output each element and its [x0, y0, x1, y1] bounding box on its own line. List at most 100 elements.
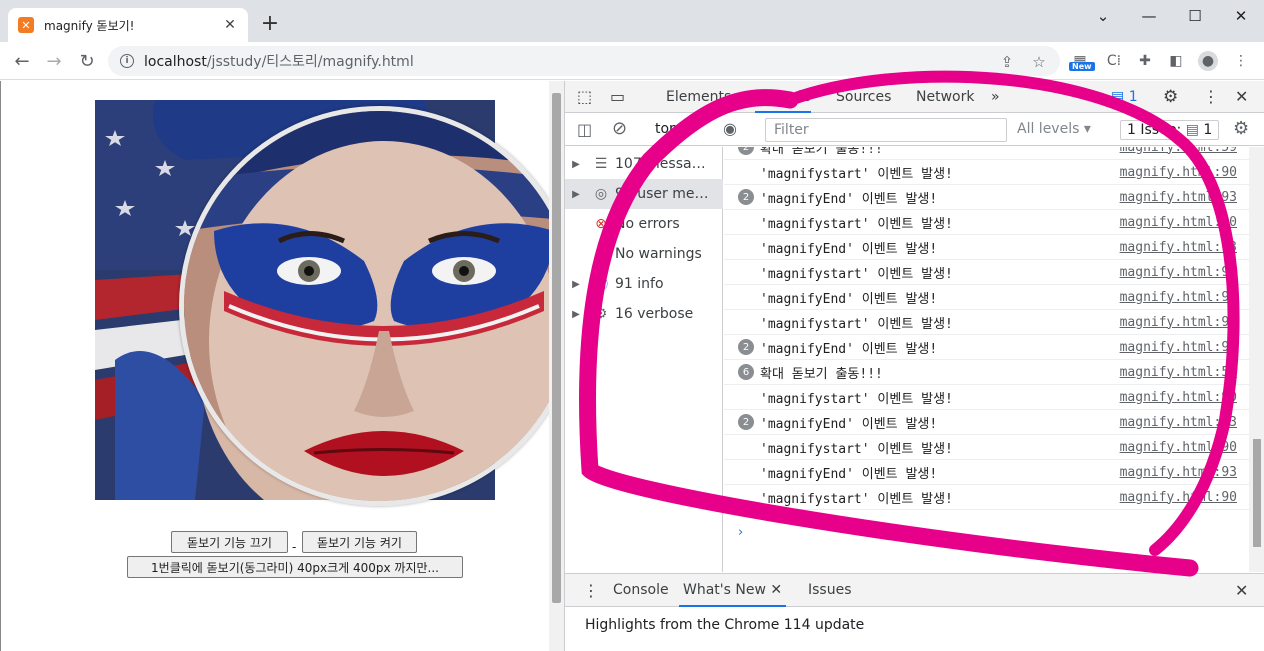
source-link[interactable]: magnify.html:93 [1119, 340, 1249, 355]
site-info-icon[interactable]: i [120, 54, 134, 68]
source-link[interactable]: magnify.html:93 [1119, 415, 1249, 430]
issues-message-icon[interactable]: ▤ 1 [1111, 81, 1138, 113]
settings-gear-icon[interactable]: ⚙ [1163, 81, 1178, 113]
source-link[interactable]: magnify.html:90 [1119, 265, 1249, 280]
log-row: 2 'magnifyEnd' 이벤트 발생! magnify.html:93 [724, 185, 1249, 210]
more-tabs-icon[interactable]: » [991, 81, 1000, 113]
source-link[interactable]: magnify.html:93 [1119, 290, 1249, 305]
sidebar-item-label: 91 user me… [615, 186, 709, 202]
source-link[interactable]: magnify.html:90 [1119, 440, 1249, 455]
xampp-favicon-icon: ✕ [18, 17, 34, 33]
button-separator: - [292, 540, 297, 554]
new-tab-button[interactable]: + [258, 13, 282, 37]
source-link[interactable]: magnify.html:90 [1119, 390, 1249, 405]
tab-sources[interactable]: Sources [836, 81, 891, 113]
expand-arrow-icon[interactable]: ▶ [565, 309, 587, 320]
close-tab-icon[interactable]: ✕ [222, 17, 238, 33]
log-row: 'magnifystart' 이벤트 발생! magnify.html:90 [724, 435, 1249, 460]
side-panel-icon[interactable]: ◧ [1166, 51, 1186, 71]
drawer-tab-whatsnew[interactable]: What's New ✕ [679, 574, 787, 607]
console-prompt[interactable]: › [738, 525, 743, 540]
source-link[interactable]: magnify.html:93 [1119, 465, 1249, 480]
extensions-puzzle-icon[interactable]: ✚ [1135, 51, 1155, 71]
source-link[interactable]: magnify.html:90 [1119, 165, 1249, 180]
bookmark-star-icon[interactable]: ☆ [1030, 53, 1048, 71]
tab-title: magnify 돋보기! [44, 18, 135, 33]
log-row: 'magnifystart' 이벤트 발생! magnify.html:90 [724, 160, 1249, 185]
context-selector[interactable]: top ▾ [655, 121, 689, 137]
filter-input[interactable]: Filter [765, 118, 1007, 142]
console-scroll-thumb[interactable] [1253, 439, 1261, 547]
tab-strip: ✕ magnify 돋보기! ✕ + ⌄ — ☐ ✕ [0, 0, 1264, 42]
log-row: 2 'magnifyEnd' 이벤트 발생! magnify.html:93 [724, 335, 1249, 360]
close-drawer-icon[interactable]: ✕ [1235, 574, 1248, 607]
source-link[interactable]: magnify.html:93 [1119, 190, 1249, 205]
sidebar-item-4[interactable]: ▶ ⓘ 91 info [565, 269, 723, 299]
close-window-button[interactable]: ✕ [1218, 4, 1264, 28]
source-link[interactable]: magnify.html:93 [1119, 240, 1249, 255]
browser-tab[interactable]: ✕ magnify 돋보기! ✕ [8, 8, 248, 42]
extension-c-icon[interactable]: C⁞ [1104, 51, 1124, 71]
expand-arrow-icon[interactable]: ▶ [565, 279, 587, 290]
devtools-tabbar: ⬚ ▭ Elements Console Sources Network » ▤… [565, 81, 1264, 113]
tab-search-icon[interactable]: ⌄ [1080, 4, 1126, 28]
minimize-button[interactable]: — [1126, 4, 1172, 28]
drawer-menu-icon[interactable]: ⋮ [583, 574, 599, 607]
source-link[interactable]: magnify.html:59 [1119, 365, 1249, 380]
log-row: 'magnifystart' 이벤트 발생! magnify.html:90 [724, 385, 1249, 410]
devtools-menu-icon[interactable]: ⋮ [1203, 81, 1219, 113]
inspect-element-icon[interactable]: ⬚ [577, 81, 592, 113]
sidebar-item-5[interactable]: ▶ ⚙ 16 verbose [565, 299, 723, 329]
device-toolbar-icon[interactable]: ▭ [610, 81, 625, 113]
browser-toolbar: ← → ↻ i localhost/jsstudy/티스토리/magnify.h… [0, 42, 1264, 80]
source-link[interactable]: magnify.html:90 [1119, 315, 1249, 330]
forward-button[interactable]: → [42, 49, 66, 73]
sidebar-toggle-icon[interactable]: ◫ [577, 120, 592, 139]
url-path: /jsstudy/티스토리/magnify.html [206, 54, 414, 70]
magnifier-off-button[interactable]: 돋보기 기능 끄기 [171, 531, 288, 553]
expand-arrow-icon[interactable]: ▶ [565, 159, 587, 170]
profile-avatar-icon[interactable]: ● [1198, 51, 1218, 71]
drawer-tab-console[interactable]: Console [613, 574, 669, 607]
expand-arrow-icon[interactable]: ▶ [565, 189, 587, 200]
sidebar-item-1[interactable]: ▶ ◎ 91 user me… [565, 179, 723, 209]
source-link[interactable]: magnify.html:90 [1119, 215, 1249, 230]
live-expression-eye-icon[interactable]: ◉ [723, 119, 737, 138]
page-scroll-thumb[interactable] [552, 93, 561, 603]
console-settings-gear-icon[interactable]: ⚙ [1233, 118, 1249, 139]
magnifier-on-button[interactable]: 돋보기 기능 켜기 [302, 531, 417, 553]
sidebar-item-2[interactable]: ⊗ No errors [565, 209, 723, 239]
log-message: 'magnifystart' 이벤트 발생! [760, 441, 953, 457]
page-scrollbar[interactable] [549, 81, 564, 651]
log-message: 'magnifyEnd' 이벤트 발생! [760, 341, 938, 357]
share-icon[interactable]: ⇪ [998, 53, 1016, 71]
sidebar-item-0[interactable]: ▶ ☰ 107 messa… [565, 149, 723, 179]
console-filter-bar: ◫ ⊘ top ▾ ◉ Filter All levels ▾ 1 Issue:… [565, 114, 1264, 146]
context-label: top [655, 121, 678, 137]
tab-console[interactable]: Console [755, 81, 811, 113]
console-log: › 2 확대 돋보기 출동!!! magnify.html:59 'magnifyst… [724, 147, 1249, 572]
issues-counter-button[interactable]: 1 Issue: ▤ 1 [1120, 120, 1220, 140]
clear-console-icon[interactable]: ⊘ [612, 118, 627, 139]
close-whatsnew-icon[interactable]: ✕ [770, 582, 782, 598]
log-message: 'magnifyEnd' 이벤트 발생! [760, 241, 938, 257]
console-scrollbar[interactable] [1249, 147, 1264, 572]
sidebar-item-3[interactable]: ⚠ No warnings [565, 239, 723, 269]
source-link[interactable]: magnify.html:59 [1119, 147, 1249, 155]
close-devtools-icon[interactable]: ✕ [1235, 81, 1248, 113]
tab-network[interactable]: Network [916, 81, 974, 113]
maximize-button[interactable]: ☐ [1172, 4, 1218, 28]
tab-elements[interactable]: Elements [666, 81, 731, 113]
issues-label: 1 Issue: [1127, 122, 1182, 138]
back-button[interactable]: ← [10, 49, 34, 73]
log-row: 2 확대 돋보기 출동!!! magnify.html:59 [724, 147, 1249, 160]
source-link[interactable]: magnify.html:90 [1119, 490, 1249, 505]
console-sidebar: ▶ ☰ 107 messa… ▶ ◎ 91 user me… ⊗ No errors ⚠ No w… [565, 147, 723, 572]
reload-button[interactable]: ↻ [75, 49, 99, 73]
menu-kebab-icon[interactable]: ⋮ [1231, 51, 1251, 71]
log-row: 'magnifyEnd' 이벤트 발생! magnify.html:93 [724, 285, 1249, 310]
drawer-tab-issues[interactable]: Issues [808, 574, 852, 607]
log-levels-dropdown[interactable]: All levels ▾ [1017, 121, 1091, 137]
magnifier-size-button[interactable]: 1번클릭에 돋보기(동그라미) 40px크게 400px 까지만... [127, 556, 463, 578]
address-bar[interactable]: i localhost/jsstudy/티스토리/magnify.html ⇪ … [108, 46, 1060, 76]
